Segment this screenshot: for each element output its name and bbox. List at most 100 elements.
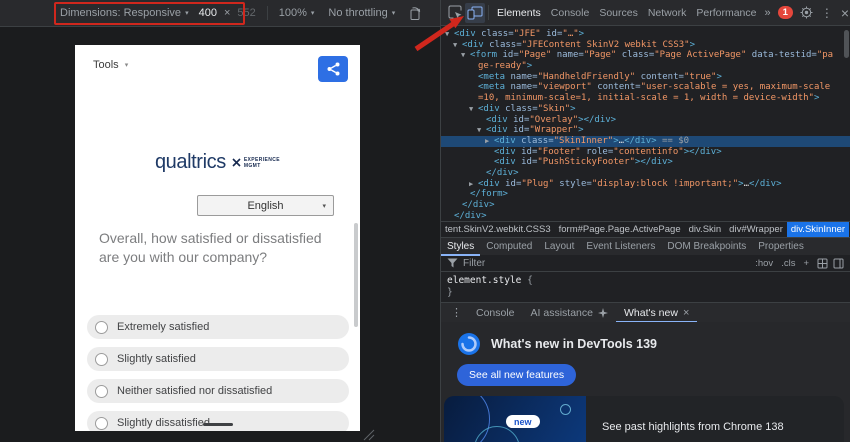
language-select[interactable]: English ▾ [197,195,334,216]
filter-input[interactable]: Filter [463,258,485,269]
dimensions-separator: × [224,7,230,19]
see-all-features-button[interactable]: See all new features [457,364,576,386]
language-value: English [247,200,283,212]
dom-tree-row[interactable]: ▼<div class="Skin"> [441,104,850,115]
tools-label: Tools [93,59,119,71]
logo-wordmark: qualtrics [155,151,226,174]
disclosure-arrow-icon[interactable]: ▼ [477,125,486,136]
new-style-rule-button[interactable]: + [799,258,813,269]
dom-tree-row[interactable]: ▼<div id="Wrapper"> [441,125,850,136]
kebab-menu-icon[interactable]: ⋮ [817,6,837,20]
dom-tree-row[interactable]: ▼<div class="JFE" id="…"> [441,29,850,40]
dom-tree-row[interactable]: </form> [441,189,850,200]
answer-option[interactable]: Extremely satisfied [87,315,349,339]
drawer-kebab-icon[interactable]: ⋮ [445,306,468,319]
tab-performance[interactable]: Performance [691,0,761,26]
dom-tree-row[interactable]: <meta name="viewport" content="user-scal… [441,82,850,93]
height-input[interactable]: 552 [237,7,255,19]
breadcrumb-item[interactable]: div#Wrapper [725,222,787,238]
share-button[interactable] [318,56,348,82]
error-count-badge[interactable]: 1 [778,6,793,19]
breadcrumb-item-selected[interactable]: div.SkinInner [787,222,849,238]
dimensions-select[interactable]: Dimensions: Responsive ▾ [60,7,189,19]
drawer-tab-ai-assistance[interactable]: AI assistance [523,303,616,323]
disclosure-arrow-icon[interactable]: ▼ [469,104,478,115]
tools-menu[interactable]: Tools ▾ [93,59,128,71]
disclosure-arrow-icon[interactable]: ▼ [445,29,454,40]
highlights-card-text: See past highlights from Chrome 138 [602,421,784,433]
filter-funnel-icon [447,258,458,268]
zoom-select[interactable]: 100% ▾ [279,7,315,19]
dom-tree-row[interactable]: </div> [441,200,850,211]
chevron-down-icon: ▾ [185,9,189,17]
dom-tree-row[interactable]: =10, minimum-scale=1, initial-scale = 1,… [441,93,850,104]
ai-spark-icon [598,308,608,318]
breadcrumb-item[interactable]: div.Skin [685,222,726,238]
dom-tree-row[interactable]: </div> [441,168,850,179]
dom-tree-row[interactable]: <meta name="HandheldFriendly" content="t… [441,72,850,83]
chevron-down-icon: ▾ [311,9,315,17]
computed-panel-icon[interactable] [833,258,844,269]
drawer-tab-console[interactable]: Console [468,303,523,323]
new-badge: new [506,415,540,428]
dom-tree-row[interactable]: ▶<div class="SkinInner">…</div> == $0 [441,136,850,147]
tab-sources[interactable]: Sources [594,0,643,26]
page-scrollbar[interactable] [354,223,358,327]
throttling-select[interactable]: No throttling ▾ [328,7,395,19]
viewport-resize-handle[interactable] [363,428,375,442]
rotate-device-icon[interactable] [408,6,422,20]
tab-styles[interactable]: Styles [441,238,480,256]
tab-computed[interactable]: Computed [480,238,538,256]
dom-tree-row[interactable]: </div> [441,211,850,221]
breadcrumb-item[interactable]: tent.SkinV2.webkit.CSS3 [441,222,555,238]
close-whats-new-icon[interactable]: × [683,307,689,319]
more-tabs-icon[interactable]: » [761,7,773,19]
toggle-hover-state[interactable]: :hov [751,258,777,269]
dom-tree-row[interactable]: ▼<div class="JFEContent SkinV2 webkit CS… [441,40,850,51]
disclosure-arrow-icon[interactable]: ▼ [461,50,470,61]
whats-new-panel: What's new in DevTools 139 See all new f… [441,322,850,442]
highlights-card[interactable]: new See past highlights from Chrome 138 [444,396,844,442]
qualtrics-logo: qualtrics EXPERIENCE MGMT [75,151,360,174]
device-mode-area: Dimensions: Responsive ▾ 400 × 552 100% … [0,0,440,442]
element-style-rule[interactable]: element.style { } [441,272,850,302]
elements-scrollbar[interactable] [844,30,849,58]
xm-mark-icon [232,158,241,167]
drag-handle[interactable] [203,423,233,426]
tab-network[interactable]: Network [643,0,692,26]
disclosure-arrow-icon[interactable]: ▶ [485,136,494,147]
zoom-value: 100% [279,7,307,19]
devtools-window: Dimensions: Responsive ▾ 400 × 552 100% … [0,0,850,442]
answer-option[interactable]: Slightly dissatisfied [87,411,349,431]
dom-tree-row[interactable]: <div id="PushStickyFooter"></div> [441,157,850,168]
dom-tree-row[interactable]: ▼<form id="Page" name="Page" class="Page… [441,50,850,61]
drawer-tab-whats-new[interactable]: What's new × [616,303,697,323]
toggle-device-toolbar-icon[interactable] [465,3,485,23]
close-devtools-icon[interactable]: × [837,5,850,21]
dom-tree-row[interactable]: <div id="Overlay"></div> [441,115,850,126]
answer-option[interactable]: Slightly satisfied [87,347,349,371]
tab-dom-breakpoints[interactable]: DOM Breakpoints [661,238,752,256]
dom-tree-row[interactable]: ge-ready"> [441,61,850,72]
disclosure-arrow-icon[interactable]: ▶ [469,179,478,190]
tab-layout[interactable]: Layout [538,238,580,256]
highlights-illustration: new [444,396,586,442]
dom-tree-row[interactable]: <div id="Footer" role="contentinfo"></di… [441,147,850,158]
tab-elements[interactable]: Elements [492,0,546,26]
breadcrumb-item[interactable]: form#Page.Page.ActivePage [555,222,685,238]
toggle-class[interactable]: .cls [777,258,799,269]
inspect-element-icon[interactable] [445,3,465,23]
answer-option[interactable]: Neither satisfied nor dissatisfied [87,379,349,403]
elements-tree: ▼<div class="JFE" id="…">▼<div class="JF… [441,27,850,221]
settings-gear-icon[interactable] [797,3,817,23]
tab-properties[interactable]: Properties [752,238,810,256]
logo-badge-bottom: MGMT [244,163,280,169]
tab-console[interactable]: Console [546,0,595,26]
tab-event-listeners[interactable]: Event Listeners [580,238,661,256]
disclosure-arrow-icon[interactable]: ▼ [453,40,462,51]
radio-icon [95,417,108,430]
width-input[interactable]: 400 [199,7,217,19]
grid-icon[interactable] [817,258,828,269]
dom-tree-row[interactable]: ▶<div id="Plug" style="display:block !im… [441,179,850,190]
device-toolbar: Dimensions: Responsive ▾ 400 × 552 100% … [0,0,440,27]
